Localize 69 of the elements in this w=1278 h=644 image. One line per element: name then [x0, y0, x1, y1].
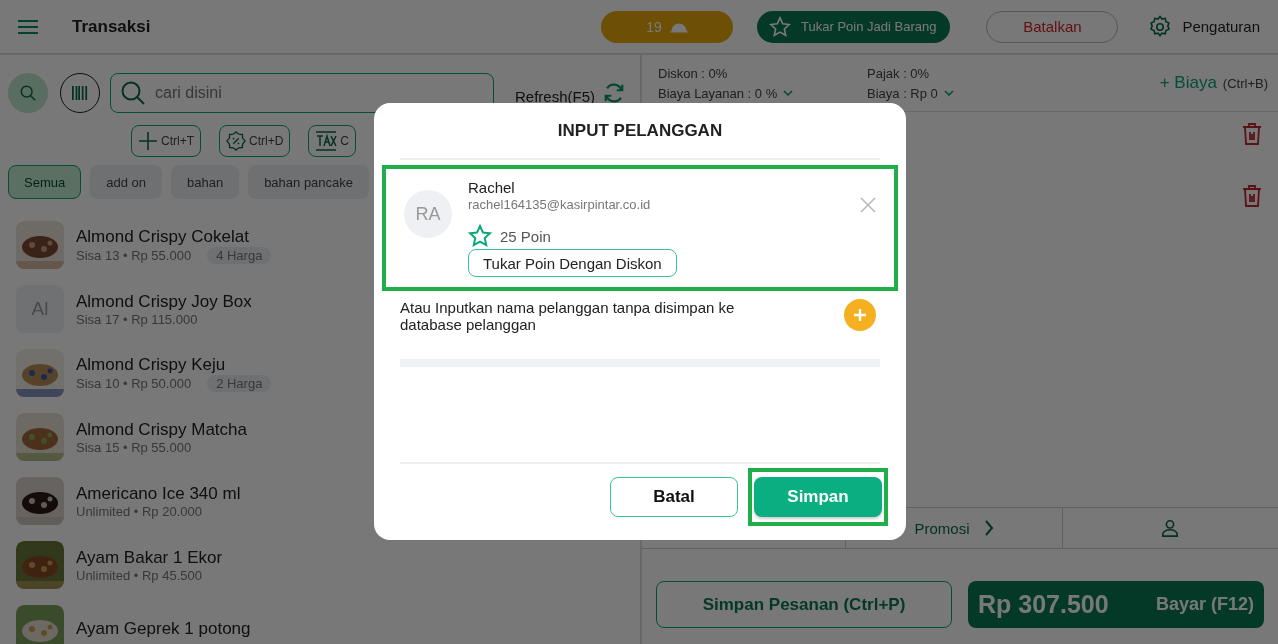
- chevron-down-icon: [943, 90, 954, 96]
- barcode-icon: [71, 85, 89, 101]
- shortcut-button[interactable]: C: [308, 125, 356, 157]
- settings-button[interactable]: Pengaturan: [1148, 14, 1260, 39]
- product-name[interactable]: Ayam Bakar 1 Ekor: [76, 547, 223, 568]
- chevron-right-icon: [983, 520, 994, 536]
- shortcut-button[interactable]: Ctrl+D: [219, 125, 291, 157]
- product-details: Unlimited • Rp 45.500: [76, 567, 202, 583]
- shortcut-hint: (Ctrl+B): [1222, 75, 1268, 91]
- product-name[interactable]: Almond Crispy Joy Box: [76, 291, 252, 312]
- cancel-button[interactable]: Batal: [610, 477, 738, 517]
- customer-email: rachel164135@kasirpintar.co.id: [468, 197, 651, 212]
- close-icon[interactable]: [860, 197, 876, 213]
- category-tab[interactable]: add on: [90, 165, 162, 199]
- product-name[interactable]: Americano Ice 340 ml: [76, 483, 241, 504]
- tax-icon: [315, 130, 338, 152]
- product-name[interactable]: Almond Crispy Keju: [76, 354, 272, 375]
- product-name[interactable]: Almond Crispy Cokelat: [76, 226, 272, 247]
- menu-icon[interactable]: [18, 19, 38, 34]
- star-icon: [769, 15, 792, 38]
- product-details: Sisa 15 • Rp 55.000: [76, 439, 192, 455]
- refresh-button[interactable]: Refresh(F5): [515, 87, 596, 105]
- person-icon: [1161, 519, 1180, 537]
- redeem-discount-button[interactable]: Tukar Poin Dengan Diskon: [468, 249, 677, 277]
- customer-card[interactable]: RA Rachel rachel164135@kasirpintar.co.id 25 Poin Tukar Poin Dengan Diskon: [382, 165, 898, 291]
- save-order-button[interactable]: Simpan Pesanan (Ctrl+P): [656, 581, 952, 628]
- points-text: 25 Poin: [500, 227, 551, 245]
- plus-icon: [138, 131, 158, 151]
- settings-icon: [1148, 14, 1173, 39]
- tax-text: Pajak : 0%: [867, 65, 931, 81]
- save-button[interactable]: Simpan: [754, 477, 882, 517]
- customer-name: Rachel: [468, 179, 515, 196]
- fee-dropdown[interactable]: Biaya : Rp 0: [867, 85, 1076, 101]
- star-icon: [468, 224, 492, 248]
- add-fee-link[interactable]: + Biaya: [1159, 73, 1217, 93]
- dialog-title: INPUT PELANGGAN: [556, 121, 724, 141]
- hint-text: Atau Inputkan nama pelanggan tanpa disimpan ke database pelanggan: [400, 299, 736, 333]
- product-name[interactable]: Ayam Geprek 1 potong: [76, 619, 251, 639]
- search-icon: [19, 84, 37, 102]
- trash-icon[interactable]: [1242, 122, 1262, 146]
- category-tab[interactable]: Semua: [8, 165, 82, 199]
- page-title: Transaksi: [72, 16, 151, 37]
- customer-avatar: RA: [404, 190, 452, 238]
- search-button[interactable]: [8, 73, 48, 113]
- trash-icon[interactable]: [1242, 184, 1262, 208]
- barcode-button[interactable]: [60, 73, 100, 113]
- product-details: Sisa 17 • Rp 115.000: [76, 311, 198, 327]
- product-details: Sisa 13 • Rp 55.000: [76, 247, 192, 263]
- search-icon: [120, 80, 146, 106]
- product-details: Unlimited • Rp 20.000: [76, 503, 202, 519]
- discount-text: Diskon : 0%: [658, 65, 729, 81]
- chevron-down-icon: [783, 90, 794, 96]
- refresh-icon[interactable]: [603, 82, 626, 104]
- price-count-badge: 4 Harga: [207, 246, 272, 264]
- product-details: Sisa 10 • Rp 50.000: [76, 375, 192, 391]
- add-button[interactable]: [844, 299, 876, 331]
- discount-badge-icon: [226, 131, 246, 151]
- search-field[interactable]: cari disini: [110, 73, 494, 113]
- category-tab[interactable]: bahan pancake: [248, 165, 370, 199]
- bell-icon: [669, 20, 688, 33]
- plus-icon: [853, 308, 867, 322]
- shortcut-button[interactable]: Ctrl+T: [131, 125, 201, 157]
- category-tab[interactable]: bahan: [170, 165, 240, 199]
- pay-button[interactable]: Rp 307.500 Bayar (F12): [968, 581, 1264, 628]
- redeem-points-button[interactable]: Tukar Poin Jadi Barang: [757, 10, 951, 43]
- price-count-badge: 2 Harga: [207, 374, 272, 392]
- product-name[interactable]: Almond Crispy Matcha: [76, 419, 247, 440]
- service-fee-dropdown[interactable]: Biaya Layanan : 0 %: [658, 85, 867, 101]
- cancel-button[interactable]: Batalkan: [986, 10, 1119, 43]
